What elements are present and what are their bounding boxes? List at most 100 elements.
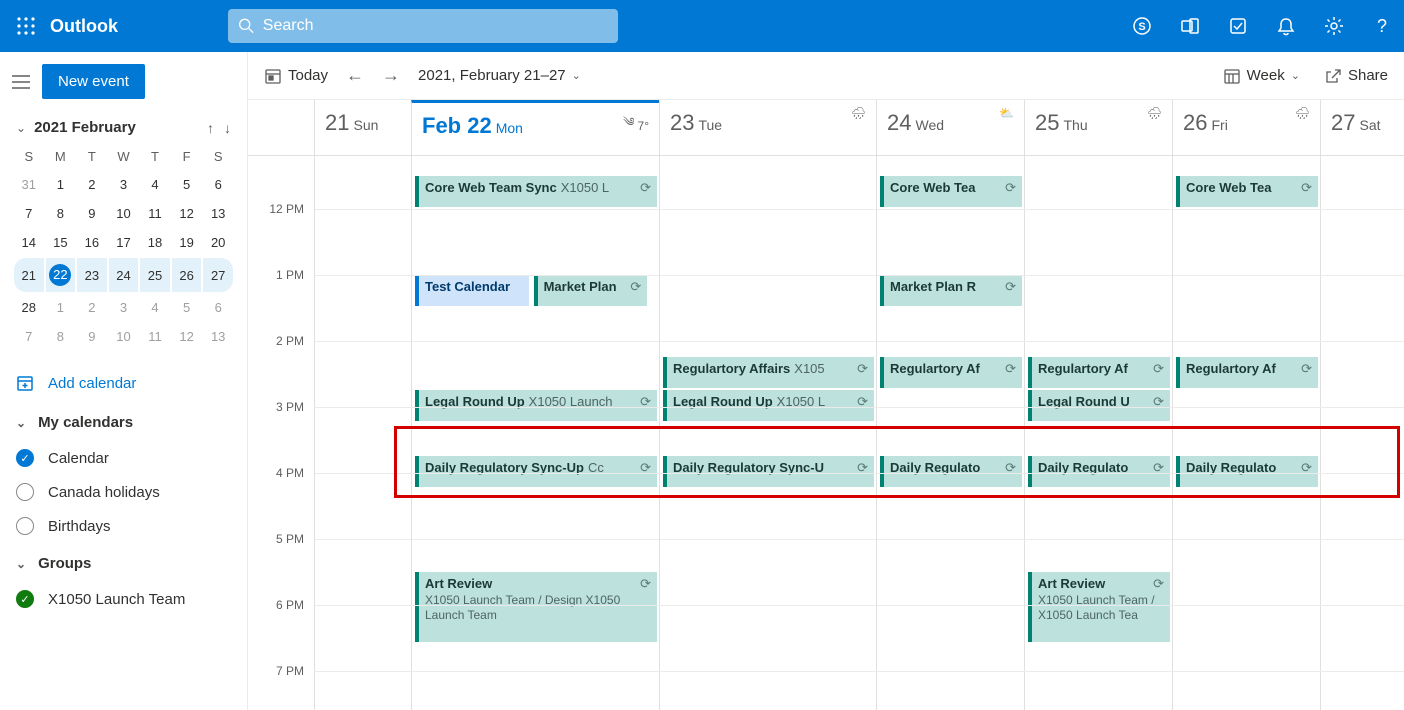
day-header[interactable]: 25Thu🌧	[1024, 100, 1172, 155]
day-column[interactable]	[1320, 156, 1396, 710]
mini-cal-day[interactable]: 3	[109, 294, 139, 321]
mini-cal-day[interactable]: 19	[172, 229, 202, 256]
mini-cal-day[interactable]: 20	[203, 229, 233, 256]
group-item[interactable]: X1050 Launch Team	[12, 582, 235, 616]
mini-cal-day[interactable]: 27	[203, 258, 233, 292]
my-calendars-header[interactable]: ⌄ My calendars	[16, 414, 231, 431]
calendar-event[interactable]: Test Calendar	[415, 275, 529, 306]
skype-icon[interactable]: S	[1132, 16, 1152, 36]
search-input[interactable]	[263, 17, 608, 35]
mini-cal-day[interactable]: 16	[77, 229, 107, 256]
calendar-event[interactable]: Daily Regulato⟳	[1028, 456, 1170, 487]
mini-cal-day[interactable]: 8	[46, 323, 76, 350]
mini-cal-day[interactable]: 3	[109, 171, 139, 198]
day-column[interactable]: Regulartory Af⟳Legal Round U⟳ Daily Regul…	[1024, 156, 1172, 710]
mini-cal-day[interactable]: 18	[140, 229, 170, 256]
calendar-event[interactable]: Art ReviewX1050 Launch Team / X1050 Laun…	[1028, 572, 1170, 643]
day-header[interactable]: 23Tue🌧	[659, 100, 876, 155]
todo-icon[interactable]	[1228, 16, 1248, 36]
mini-cal-day[interactable]: 10	[109, 323, 139, 350]
day-column[interactable]: Core Web Team SyncX1050 L⟳ Test CalendarM…	[411, 156, 659, 710]
mini-cal-day[interactable]: 21	[14, 258, 44, 292]
add-calendar-button[interactable]: Add calendar	[16, 374, 231, 392]
next-week-icon[interactable]: →	[382, 65, 400, 86]
mini-cal-day[interactable]: 14	[14, 229, 44, 256]
month-prev-icon[interactable]: ↑	[207, 120, 214, 136]
mini-cal-day[interactable]: 12	[172, 200, 202, 227]
teams-icon[interactable]	[1180, 16, 1200, 36]
calendar-toggle[interactable]	[16, 517, 34, 535]
calendar-event[interactable]: Core Web Team SyncX1050 L⟳	[415, 176, 657, 207]
calendar-event[interactable]: Regulartory AffairsX105⟳	[663, 357, 874, 388]
mini-cal-day[interactable]: 6	[203, 171, 233, 198]
calendar-event[interactable]: Daily Regulato⟳	[1176, 456, 1318, 487]
mini-cal-day[interactable]: 31	[14, 171, 44, 198]
day-header[interactable]: 26Fri🌧	[1172, 100, 1320, 155]
mini-cal-day[interactable]: 15	[46, 229, 76, 256]
calendar-item[interactable]: Calendar	[12, 441, 235, 475]
calendar-event[interactable]: Regulartory Af⟳	[1176, 357, 1318, 388]
mini-cal-day[interactable]: 25	[140, 258, 170, 292]
mini-cal-day[interactable]: 7	[14, 200, 44, 227]
mini-cal-day[interactable]: 7	[14, 323, 44, 350]
mini-cal-day[interactable]: 13	[203, 323, 233, 350]
mini-cal-day[interactable]: 5	[172, 171, 202, 198]
calendar-event[interactable]: Core Web Tea⟳	[880, 176, 1022, 207]
mini-cal-day[interactable]: 6	[203, 294, 233, 321]
calendar-event[interactable]: Daily Regulato⟳	[880, 456, 1022, 487]
mini-cal-day[interactable]: 9	[77, 323, 107, 350]
mini-cal-day[interactable]: 12	[172, 323, 202, 350]
calendar-event[interactable]: Legal Round UpX1050 Launch⟳	[415, 390, 657, 421]
calendar-event[interactable]: Art ReviewX1050 Launch Team / Design X10…	[415, 572, 657, 643]
mini-cal-day[interactable]: 11	[140, 200, 170, 227]
mini-cal-day[interactable]: 1	[46, 171, 76, 198]
mini-cal-day[interactable]: 2	[77, 294, 107, 321]
calendar-event[interactable]: Market Plan⟳	[534, 275, 648, 306]
calendar-toggle[interactable]	[16, 449, 34, 467]
new-event-button[interactable]: New event	[42, 64, 145, 99]
calendar-event[interactable]: Legal Round U⟳	[1028, 390, 1170, 421]
prev-week-icon[interactable]: ←	[346, 65, 364, 86]
group-toggle[interactable]	[16, 590, 34, 608]
mini-cal-day[interactable]: 11	[140, 323, 170, 350]
app-launcher-icon[interactable]	[12, 12, 40, 40]
calendar-item[interactable]: Canada holidays	[12, 475, 235, 509]
day-header[interactable]: Feb 22Mon༄7°	[411, 100, 659, 155]
mini-calendar[interactable]: SMTWTFS 31123456789101112131415161718192…	[12, 142, 235, 352]
calendar-event[interactable]: Daily Regulatory Sync-UpCc⟳	[415, 456, 657, 487]
calendar-event[interactable]: Core Web Tea⟳	[1176, 176, 1318, 207]
mini-cal-day[interactable]: 23	[77, 258, 107, 292]
calendar-event[interactable]: Regulartory Af⟳	[1028, 357, 1170, 388]
month-next-icon[interactable]: ↓	[224, 120, 231, 136]
mini-cal-day[interactable]: 4	[140, 171, 170, 198]
calendar-item[interactable]: Birthdays	[12, 509, 235, 543]
day-column[interactable]: Regulartory AffairsX105⟳Legal Round UpX1…	[659, 156, 876, 710]
share-button[interactable]: Share	[1324, 67, 1388, 85]
help-icon[interactable]: ?	[1372, 16, 1392, 36]
bell-icon[interactable]	[1276, 16, 1296, 36]
calendar-event[interactable]: Market Plan R⟳	[880, 275, 1022, 306]
day-column[interactable]: Core Web Tea⟳ Regulartory Af⟳ Daily Regula…	[1172, 156, 1320, 710]
gear-icon[interactable]	[1324, 16, 1344, 36]
mini-cal-day[interactable]: 5	[172, 294, 202, 321]
date-range-picker[interactable]: 2021, February 21–27 ⌄	[418, 67, 581, 84]
mini-cal-day[interactable]: 28	[14, 294, 44, 321]
mini-cal-day[interactable]: 8	[46, 200, 76, 227]
mini-cal-day[interactable]: 10	[109, 200, 139, 227]
day-header[interactable]: 21Sun	[314, 100, 411, 155]
day-column[interactable]: Core Web Tea⟳Market Plan R⟳Regulartory A…	[876, 156, 1024, 710]
groups-header[interactable]: ⌄ Groups	[16, 555, 231, 572]
mini-cal-day[interactable]: 9	[77, 200, 107, 227]
view-switcher[interactable]: Week ⌄	[1223, 67, 1300, 85]
calendar-toggle[interactable]	[16, 483, 34, 501]
month-expand-icon[interactable]: ⌄	[16, 121, 26, 135]
mini-cal-day[interactable]: 26	[172, 258, 202, 292]
day-header[interactable]: 27Sat	[1320, 100, 1396, 155]
mini-cal-day[interactable]: 4	[140, 294, 170, 321]
mini-cal-day[interactable]: 2	[77, 171, 107, 198]
calendar-event[interactable]: Daily Regulatory Sync-U⟳	[663, 456, 874, 487]
hamburger-icon[interactable]	[12, 75, 30, 89]
search-box[interactable]	[228, 9, 618, 43]
mini-cal-day[interactable]: 1	[46, 294, 76, 321]
mini-cal-day[interactable]: 24	[109, 258, 139, 292]
